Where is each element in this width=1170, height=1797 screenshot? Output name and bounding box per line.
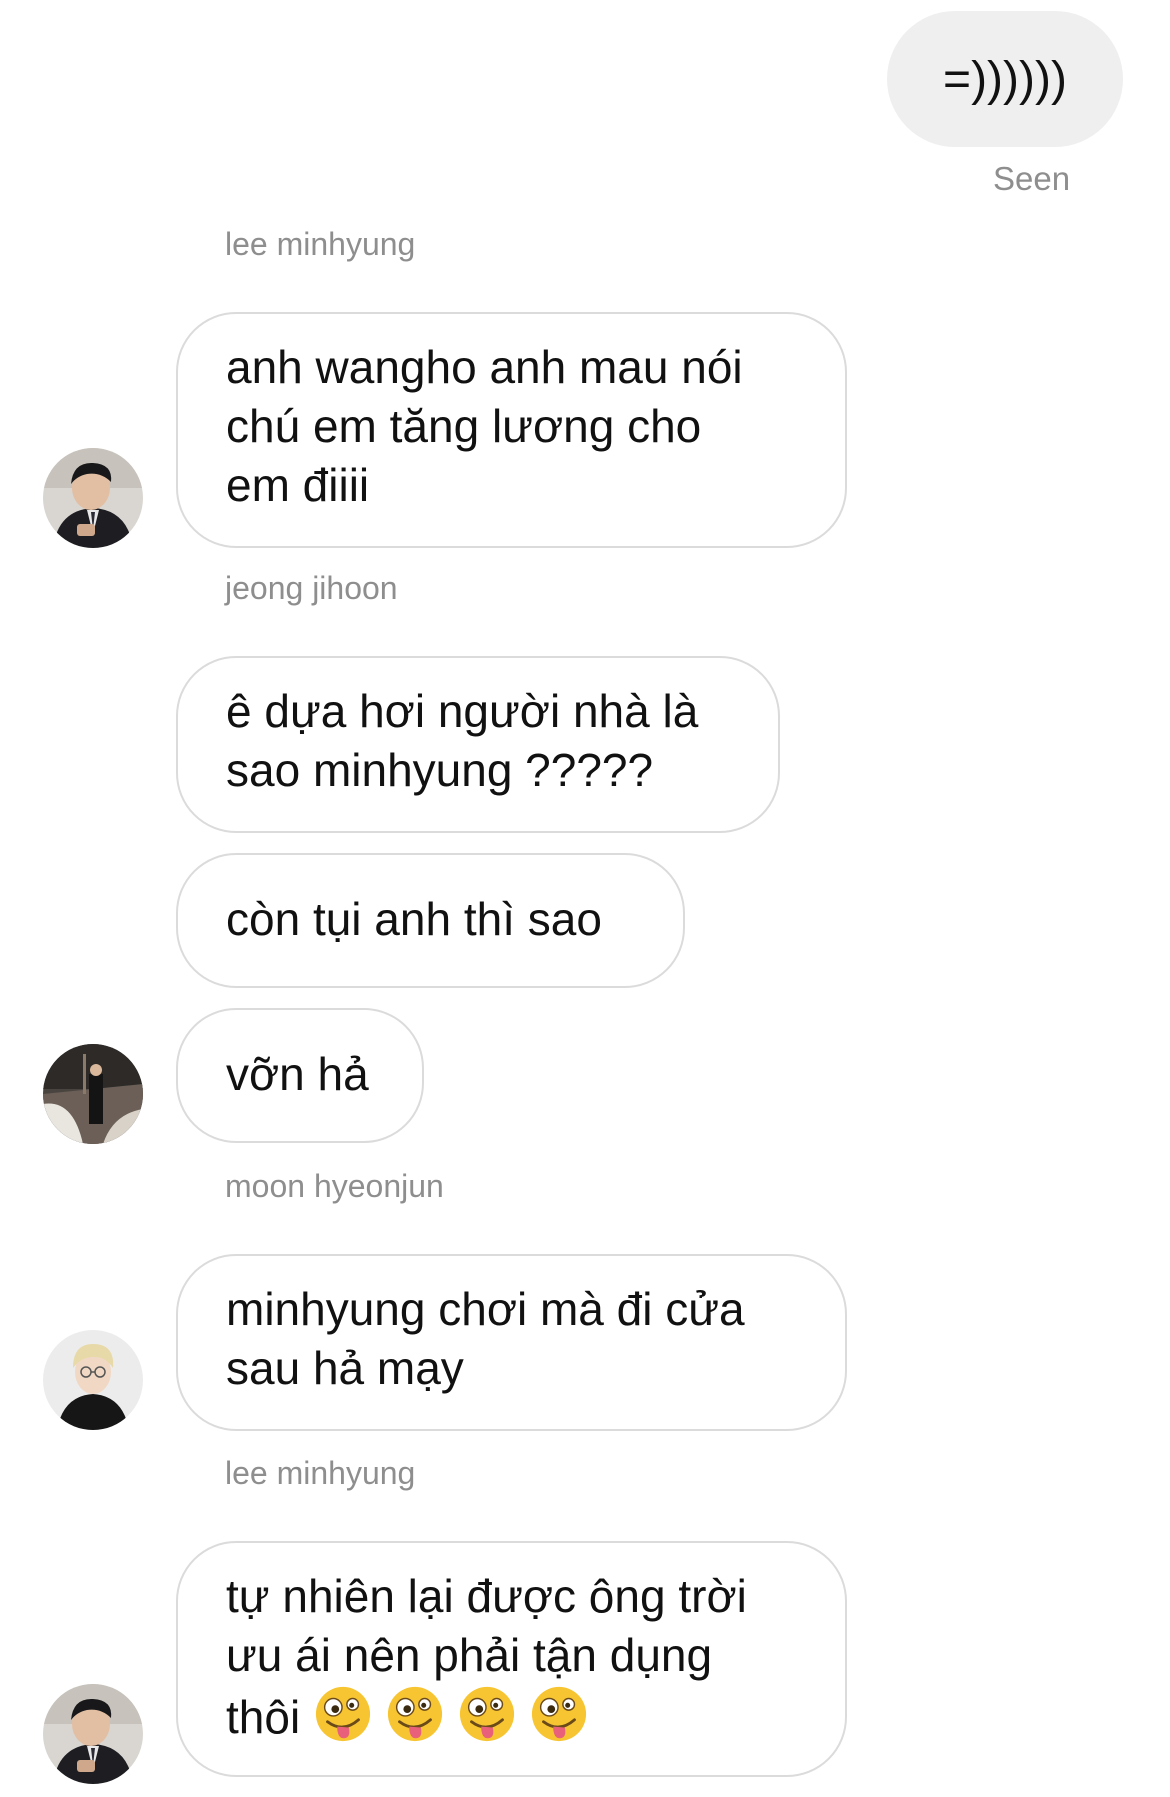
avatar-photo-icon: [43, 448, 143, 548]
message-text-line: chú em tăng lương cho: [226, 400, 702, 452]
zany-face-icon: [316, 1686, 371, 1742]
sent-message-bubble[interactable]: =)))))): [887, 11, 1123, 147]
message-text-line: thôi: [226, 1685, 797, 1747]
sender-name: lee minhyung: [225, 1455, 416, 1491]
message-text: thôi: [226, 1691, 301, 1743]
sender-name: lee minhyung: [225, 226, 416, 262]
sent-message-text: =)))))): [943, 52, 1067, 106]
message-text-line: sau hả mạy: [226, 1342, 464, 1394]
sender-name: moon hyeonjun: [225, 1168, 444, 1204]
avatar-photo-icon: [43, 1330, 143, 1430]
message-bubble[interactable]: anh wangho anh mau nói chú em tăng lương…: [176, 312, 847, 548]
message-text-line: sao minhyung ?????: [226, 744, 654, 796]
message-bubble[interactable]: vỡn hả: [176, 1008, 424, 1143]
zany-face-icon: [532, 1686, 587, 1742]
avatar-photo-icon: [43, 1044, 143, 1144]
message-text-line: minhyung chơi mà đi cửa: [226, 1283, 745, 1335]
message-text-line: em điiii: [226, 459, 370, 511]
message-text-line: vỡn hả: [226, 1048, 369, 1100]
zany-face-icon: [388, 1686, 443, 1742]
message-text-line: anh wangho anh mau nói: [226, 341, 743, 393]
avatar[interactable]: [43, 1330, 143, 1430]
avatar[interactable]: [43, 1044, 143, 1144]
seen-status: Seen: [993, 160, 1071, 197]
sender-name: jeong jihoon: [225, 570, 398, 606]
message-bubble[interactable]: còn tụi anh thì sao: [176, 853, 685, 988]
message-text-line: tự nhiên lại được ông trời: [226, 1570, 747, 1622]
avatar-photo-icon: [43, 1684, 143, 1784]
message-bubble[interactable]: minhyung chơi mà đi cửa sau hả mạy: [176, 1254, 847, 1431]
message-bubble[interactable]: tự nhiên lại được ông trời ưu ái nên phả…: [176, 1541, 847, 1777]
avatar[interactable]: [43, 448, 143, 548]
message-text-line: ê dựa hơi người nhà là: [226, 685, 699, 737]
message-text-line: ưu ái nên phải tận dụng: [226, 1629, 713, 1681]
message-bubble[interactable]: ê dựa hơi người nhà là sao minhyung ????…: [176, 656, 780, 833]
message-text-line: còn tụi anh thì sao: [226, 893, 602, 945]
zany-face-icon: [460, 1686, 515, 1742]
avatar[interactable]: [43, 1684, 143, 1784]
